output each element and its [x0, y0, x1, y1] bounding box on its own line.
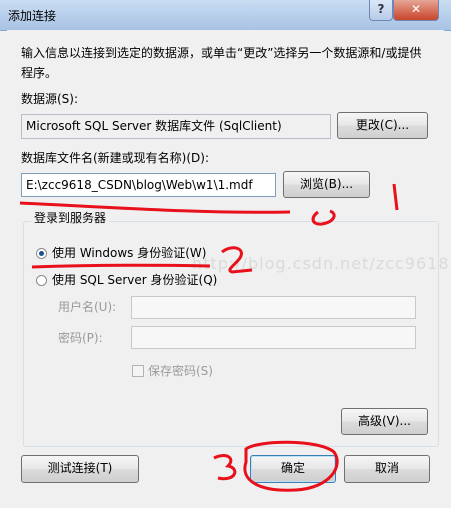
password-label: 密码(P): [58, 331, 103, 345]
browse-button[interactable]: 浏览(B)... [283, 171, 370, 198]
dialog-body: 输入信息以连接到选定的数据源，或单击“更改”选择另一个数据源和/或提供程序。 数… [7, 30, 444, 501]
dbfile-input[interactable]: E:\zcc9618_CSDN\blog\Web\w1\1.mdf [21, 173, 276, 197]
login-group-label: 登录到服务器 [31, 209, 110, 227]
password-input [131, 326, 416, 349]
ok-button[interactable]: 确定 [250, 455, 336, 483]
window-title: 添加连接 [8, 9, 57, 23]
test-connection-button[interactable]: 测试连接(T) [21, 455, 139, 483]
sql-auth-label[interactable]: 使用 SQL Server 身份验证(Q) [52, 271, 217, 289]
advanced-button[interactable]: 高级(V)... [341, 408, 428, 435]
windows-auth-radio[interactable] [36, 248, 47, 259]
intro-text: 输入信息以连接到选定的数据源，或单击“更改”选择另一个数据源和/或提供程序。 [21, 46, 422, 80]
username-input [131, 296, 416, 319]
windows-auth-label[interactable]: 使用 Windows 身份验证(W) [52, 244, 206, 262]
sql-auth-radio[interactable] [36, 275, 47, 286]
datasource-label: 数据源(S): [21, 92, 79, 106]
username-label: 用户名(U): [58, 300, 117, 314]
dbfile-label: 数据库文件名(新建或现有名称)(D): [21, 151, 210, 165]
help-button[interactable]: ? [369, 0, 393, 21]
datasource-field: Microsoft SQL Server 数据库文件 (SqlClient) [21, 114, 331, 139]
cancel-button[interactable]: 取消 [344, 455, 430, 483]
change-button[interactable]: 更改(C)... [337, 112, 428, 139]
save-password-checkbox [132, 365, 144, 377]
close-button[interactable]: ✕ [393, 0, 439, 21]
title-bar: 添加连接 ? ✕ [0, 0, 451, 31]
save-password-label: 保存密码(S) [148, 364, 213, 378]
